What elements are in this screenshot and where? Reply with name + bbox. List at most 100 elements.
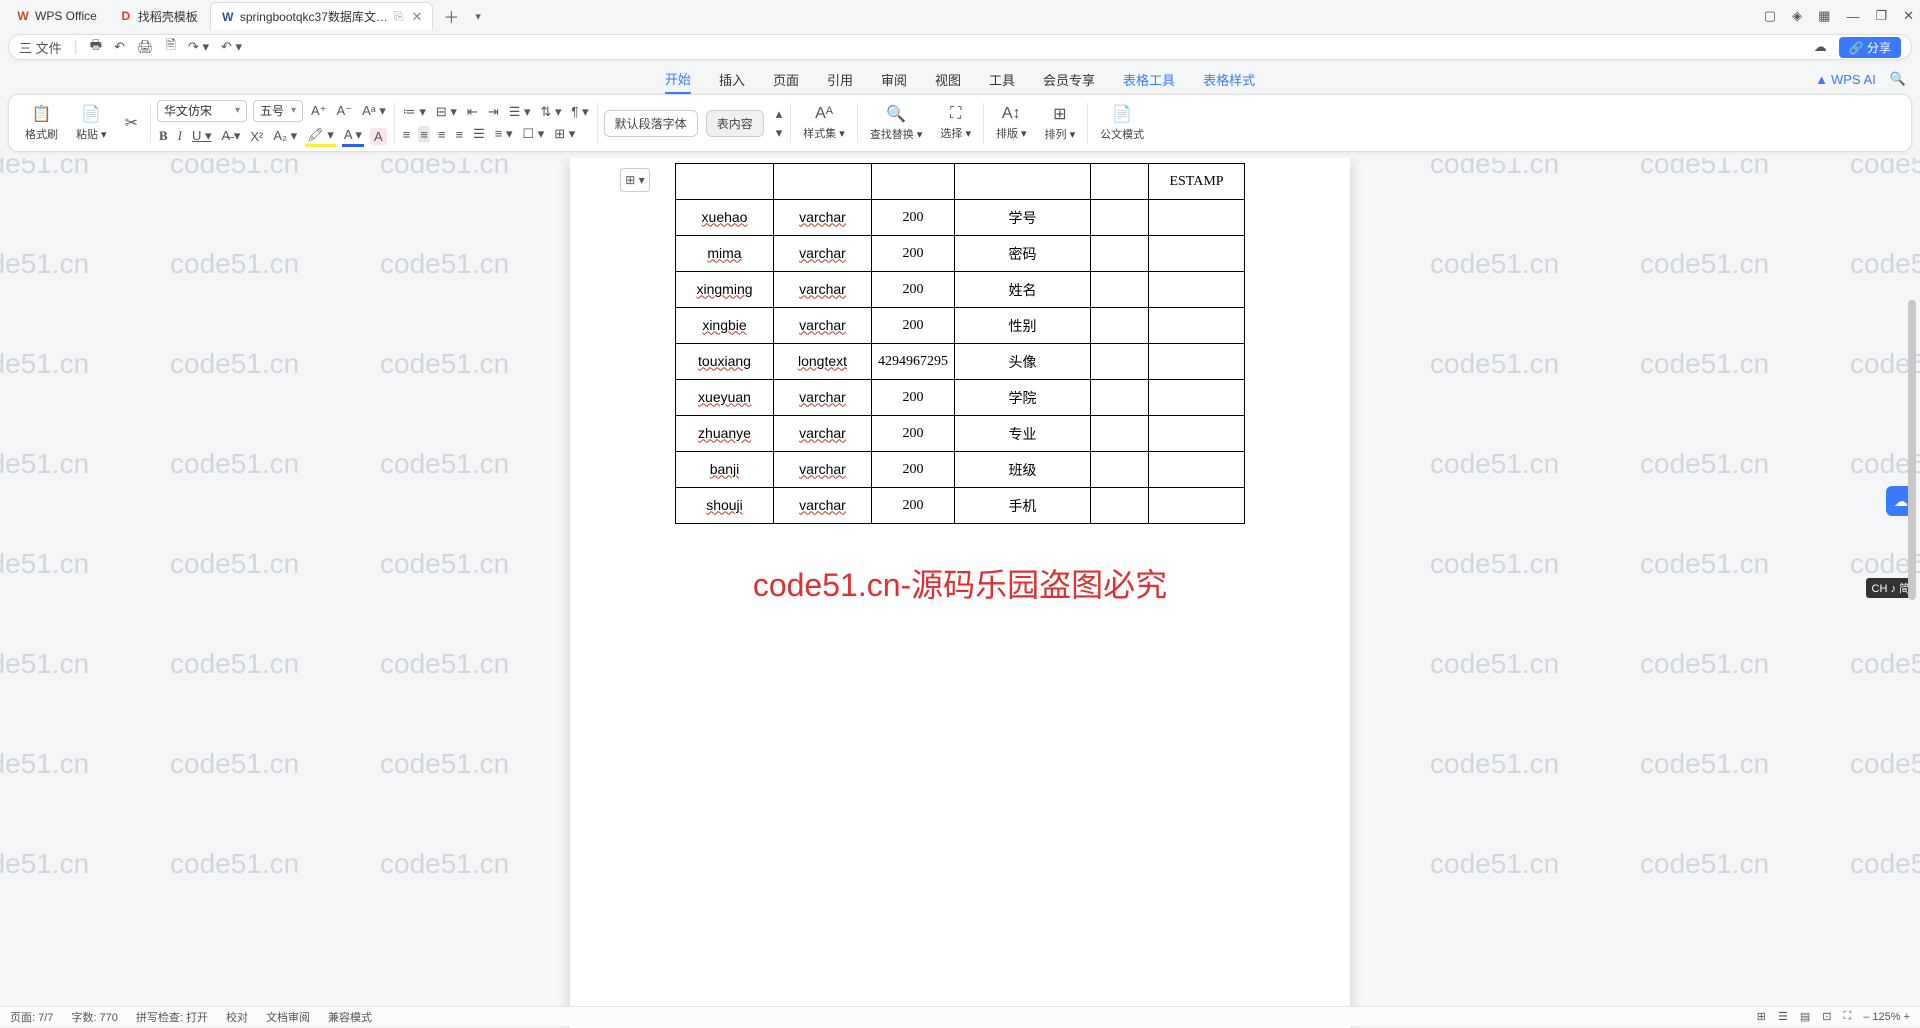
numbering-button[interactable]: ⊟ ▾ xyxy=(434,103,459,121)
view-mode-2[interactable]: ☰ xyxy=(1778,1010,1788,1023)
menu-review[interactable]: 审阅 xyxy=(881,66,907,93)
minimize-icon[interactable]: — xyxy=(1846,9,1859,24)
view-mode-4[interactable]: ⊡ xyxy=(1822,1010,1831,1023)
table-cell[interactable] xyxy=(1149,344,1245,380)
table-row[interactable]: xueyuanvarchar200学院 xyxy=(676,380,1245,416)
table-cell[interactable]: varchar xyxy=(774,416,872,452)
table-cell[interactable]: varchar xyxy=(774,236,872,272)
close-window-icon[interactable]: ✕ xyxy=(1903,8,1914,24)
new-tab-button[interactable]: ＋ xyxy=(435,4,467,28)
distribute-button[interactable]: ☰ xyxy=(471,125,487,143)
table-cell[interactable] xyxy=(1149,272,1245,308)
table-cell[interactable]: varchar xyxy=(774,488,872,524)
table-cell[interactable] xyxy=(1091,164,1149,200)
select-button[interactable]: ⛶选择 ▾ xyxy=(934,99,977,147)
table-cell[interactable]: varchar xyxy=(774,308,872,344)
table-cell[interactable]: banji xyxy=(676,452,774,488)
table-cell[interactable]: xingbie xyxy=(676,308,774,344)
align-right-button[interactable]: ≡ xyxy=(436,126,448,143)
line-height-button[interactable]: ≡ ▾ xyxy=(493,125,515,143)
style-default[interactable]: 默认段落字体 xyxy=(604,110,698,137)
table-cell[interactable] xyxy=(676,164,774,200)
table-row[interactable]: banjivarchar200班级 xyxy=(676,452,1245,488)
decrease-indent-button[interactable]: ⇤ xyxy=(465,103,480,121)
zoom-control[interactable]: – 125% + xyxy=(1863,1011,1910,1023)
table-row[interactable]: xingbievarchar200性别 xyxy=(676,308,1245,344)
text-direction-button[interactable]: A↕排版 ▾ xyxy=(990,99,1033,147)
borders-button[interactable]: ⊞ ▾ xyxy=(552,125,577,143)
menu-table-style[interactable]: 表格样式 xyxy=(1203,66,1255,93)
table-cell[interactable] xyxy=(1149,308,1245,344)
format-brush-button[interactable]: 📋格式刷 xyxy=(19,99,64,147)
shading-button[interactable]: ☐ ▾ xyxy=(521,125,547,143)
table-cell[interactable]: 手机 xyxy=(955,488,1091,524)
show-marks-button[interactable]: ¶ ▾ xyxy=(570,103,591,121)
subscript-button[interactable]: A₂ ▾ xyxy=(271,127,299,145)
wps-ai-button[interactable]: ▲ WPS AI xyxy=(1815,72,1876,87)
paste-button[interactable]: 📄粘贴 ▾ xyxy=(70,99,113,147)
style-table-content[interactable]: 表内容 xyxy=(706,110,764,137)
table-cell[interactable] xyxy=(1149,488,1245,524)
table-cell[interactable]: xingming xyxy=(676,272,774,308)
table-cell[interactable]: xuehao xyxy=(676,200,774,236)
table-cell[interactable] xyxy=(1091,272,1149,308)
table-cell[interactable]: 密码 xyxy=(955,236,1091,272)
table-cell[interactable] xyxy=(955,164,1091,200)
table-cell[interactable] xyxy=(1091,344,1149,380)
table-cell[interactable]: 姓名 xyxy=(955,272,1091,308)
table-cell[interactable]: 班级 xyxy=(955,452,1091,488)
table-cell[interactable]: 学院 xyxy=(955,380,1091,416)
bold-button[interactable]: B xyxy=(157,127,170,145)
table-cell[interactable] xyxy=(1149,236,1245,272)
share-button[interactable]: 🔗 分享 xyxy=(1839,37,1901,58)
align-left-button[interactable]: ≡ xyxy=(401,126,413,143)
table-cell[interactable] xyxy=(1149,416,1245,452)
table-cell[interactable]: 200 xyxy=(872,236,955,272)
table-cell[interactable]: longtext xyxy=(774,344,872,380)
sort-button[interactable]: ⇅ ▾ xyxy=(539,103,564,121)
table-cell[interactable] xyxy=(1091,452,1149,488)
font-family-combo[interactable]: 华文仿宋▾ xyxy=(157,100,247,122)
change-case-button[interactable]: Aᵃ ▾ xyxy=(360,102,388,120)
table-row[interactable]: mimavarchar200密码 xyxy=(676,236,1245,272)
document-page[interactable]: ⊞ ▾ ESTAMPxuehaovarchar200学号mimavarchar2… xyxy=(570,158,1350,1028)
redo-dropdown[interactable]: ↶ ▾ xyxy=(221,39,242,55)
table-cell[interactable]: 200 xyxy=(872,416,955,452)
menu-insert[interactable]: 插入 xyxy=(719,66,745,93)
table-cell[interactable]: 4294967295 xyxy=(872,344,955,380)
close-tab-icon[interactable]: ✕ xyxy=(411,9,422,25)
save-icon[interactable]: 🖶 xyxy=(90,36,102,58)
table-cell[interactable]: varchar xyxy=(774,272,872,308)
bullets-button[interactable]: ≔ ▾ xyxy=(401,103,428,121)
highlight-button[interactable]: 🖍 ▾ xyxy=(305,126,336,147)
table-cell[interactable]: 200 xyxy=(872,488,955,524)
font-size-combo[interactable]: 五号▾ xyxy=(253,100,303,122)
table-cell[interactable]: 200 xyxy=(872,200,955,236)
tab-template[interactable]: D 找稻壳模板 xyxy=(109,2,208,30)
table-cell[interactable]: 200 xyxy=(872,308,955,344)
document-area[interactable]: code51.cncode51.cncode51.cncode51.cncode… xyxy=(0,158,1920,1028)
table-cell[interactable]: 200 xyxy=(872,452,955,488)
table-cell[interactable] xyxy=(1091,488,1149,524)
vertical-scrollbar[interactable] xyxy=(1906,120,1920,990)
table-cell[interactable] xyxy=(1091,200,1149,236)
increase-font-button[interactable]: A⁺ xyxy=(309,102,329,120)
pin-icon[interactable]: ⎘ xyxy=(394,9,404,24)
line-spacing-button[interactable]: ☰ ▾ xyxy=(507,103,533,121)
status-spell[interactable]: 拼写检查: 打开 xyxy=(136,1009,208,1025)
status-proof[interactable]: 校对 xyxy=(226,1009,248,1025)
table-cell[interactable] xyxy=(1091,416,1149,452)
table-cell[interactable]: 性别 xyxy=(955,308,1091,344)
style-scroll-up[interactable]: ▴ xyxy=(774,105,785,123)
user-icon[interactable]: ▦ xyxy=(1818,8,1830,24)
table-row[interactable]: ESTAMP xyxy=(676,164,1245,200)
table-cell[interactable]: 学号 xyxy=(955,200,1091,236)
font-color-button[interactable]: A ▾ xyxy=(342,126,364,147)
strikethrough-button[interactable]: A̶ ▾ xyxy=(220,127,243,145)
print-icon[interactable]: 🖨 xyxy=(137,39,154,55)
table-select-handle[interactable]: ⊞ ▾ xyxy=(620,168,650,192)
table-cell[interactable] xyxy=(1149,380,1245,416)
align-center-button[interactable]: ≡ xyxy=(418,126,430,143)
database-schema-table[interactable]: ESTAMPxuehaovarchar200学号mimavarchar200密码… xyxy=(675,163,1245,524)
undo-dropdown[interactable]: ↷ ▾ xyxy=(188,39,209,55)
